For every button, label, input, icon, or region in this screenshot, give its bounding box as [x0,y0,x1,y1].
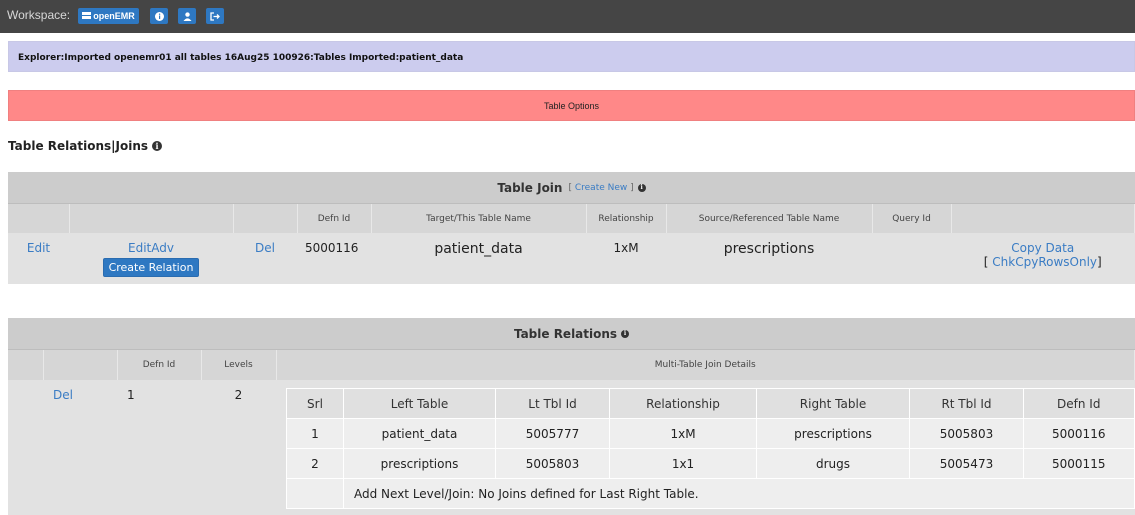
delete-link[interactable]: Del [53,388,73,402]
section-title: Table Relations|Joins i [8,139,163,153]
col-header [8,350,44,380]
info-icon[interactable]: i [621,329,630,338]
join-details-table: Srl Left Table Lt Tbl Id Relationship Ri… [286,388,1135,509]
edit-adv-link[interactable]: EditAdv [128,241,174,255]
info-icon [154,11,164,21]
source-table-name: prescriptions [723,241,815,257]
table-row: 2 prescriptions 5005803 1x1 drugs 500547… [286,448,1135,479]
table-join-table: Defn Id Target/This Table Name Relations… [8,204,1135,282]
server-icon [82,12,92,19]
target-table-name: patient_data [434,241,523,257]
create-relation-button[interactable]: Create Relation [102,258,200,277]
logout-button[interactable] [206,8,224,24]
cell-lt-tbl-id: 5005803 [495,448,610,479]
create-new-wrapper: [ Create New ] [568,183,633,193]
table-options-bar[interactable]: Table Options [8,90,1135,121]
col-header-target: Target/This Table Name [371,204,587,233]
table-relations-header-row: Defn Id Levels Multi-Table Join Details [8,350,1135,380]
col-header [951,204,1135,233]
cell-relationship: 1xM [609,418,757,449]
col-header-query-id: Query Id [872,204,952,233]
logout-icon [210,11,220,21]
table-join-title: Table Join [497,180,563,195]
col-header-source: Source/Referenced Table Name [666,204,873,233]
cell-srl: 2 [286,448,344,479]
table-join-header: Table Join [ Create New ] i [8,172,1135,204]
cell-defn-id: 5000115 [1023,448,1135,479]
col-header-lt-tbl-id: Lt Tbl Id [495,388,610,419]
col-header-defn-id: Defn Id [117,350,202,380]
cell-left-table: patient_data [343,418,496,449]
col-header-relationship: Relationship [586,204,667,233]
cell-rt-tbl-id: 5005803 [909,418,1024,449]
levels-value: 2 [234,388,243,402]
info-icon[interactable]: i [152,141,163,151]
cell-right-table: drugs [756,448,910,479]
delete-link[interactable]: Del [255,241,275,255]
relationship-value: 1xM [586,233,666,282]
query-id-value [872,233,951,282]
col-header-levels: Levels [201,350,277,380]
workspace-openemr-button[interactable]: openEMR [78,8,139,24]
table-row: 1 patient_data 5005777 1xM prescriptions… [286,418,1135,449]
bracket-open: [ [568,182,572,193]
user-icon [183,11,191,21]
col-header-defn-id: Defn Id [1023,388,1135,419]
chk-bracket-close: ] [1097,255,1102,269]
cell-right-table: prescriptions [756,418,910,449]
cell-left-table: prescriptions [343,448,496,479]
table-join-row: Edit EditAdv Create Relation Del 5000116… [8,233,1135,282]
table-join-panel: Table Join [ Create New ] i Defn Id Targ… [8,172,1135,284]
col-header [233,204,298,233]
info-button[interactable] [150,8,168,24]
copy-data-link[interactable]: Copy Data [1011,241,1074,255]
defn-id-value: 5000116 [297,233,371,282]
defn-id-value: 1 [127,388,135,402]
col-header-right-table: Right Table [756,388,910,419]
workspace-button-label: openEMR [93,11,135,21]
col-header [8,204,70,233]
table-relations-table: Defn Id Levels Multi-Table Join Details … [8,350,1135,509]
cell-rt-tbl-id: 5005473 [909,448,1024,479]
table-relations-panel: Table Relations i Defn Id Levels Multi-T… [8,318,1135,515]
chk-bracket-open: [ [983,255,989,269]
explorer-breadcrumb: Explorer:Imported openemr01 all tables 1… [8,41,1135,72]
add-next-level-note: Add Next Level/Join: No Joins defined fo… [343,478,1135,509]
bracket-close: ] [630,182,634,193]
top-bar: Workspace: openEMR [0,0,1135,33]
cell-empty [286,478,344,509]
col-header [69,204,234,233]
table-relations-title: Table Relations [513,326,618,341]
col-header [43,350,118,380]
cell-relationship: 1x1 [609,448,757,479]
col-header-relationship: Relationship [609,388,757,419]
cell-srl: 1 [286,418,344,449]
col-header-rt-tbl-id: Rt Tbl Id [909,388,1024,419]
create-new-link[interactable]: Create New [575,183,627,193]
cell-lt-tbl-id: 5005777 [495,418,610,449]
col-header-multi-table-join-details: Multi-Table Join Details [276,350,1135,380]
cell-defn-id: 5000116 [1023,418,1135,449]
table-join-header-row: Defn Id Target/This Table Name Relations… [8,204,1135,233]
col-header-defn-id: Defn Id [297,204,372,233]
section-title-text: Table Relations|Joins [8,139,149,153]
info-icon[interactable]: i [637,183,646,192]
join-details-footer-row: Add Next Level/Join: No Joins defined fo… [286,478,1135,509]
table-relations-header: Table Relations i [8,318,1135,350]
edit-link[interactable]: Edit [27,241,50,255]
chk-copy-rows-only-link[interactable]: ChkCpyRowsOnly [992,255,1097,269]
col-header-srl: Srl [286,388,344,419]
workspace-label: Workspace: [7,8,71,22]
col-header-left-table: Left Table [343,388,496,419]
join-details-header-row: Srl Left Table Lt Tbl Id Relationship Ri… [286,388,1135,419]
table-relations-row: Del 1 2 Srl Left Table Lt Tbl Id Relatio… [8,380,1135,509]
user-button[interactable] [178,8,196,24]
